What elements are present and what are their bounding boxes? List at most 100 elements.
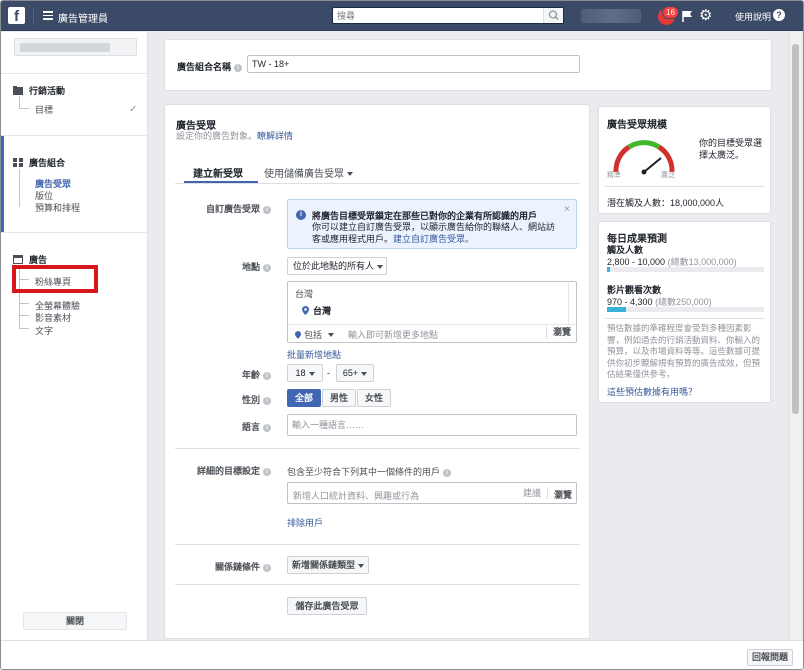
- close-icon[interactable]: ×: [564, 204, 570, 215]
- learn-more-link[interactable]: 瞭解詳情: [257, 131, 293, 141]
- info-icon[interactable]: i: [263, 396, 271, 405]
- report-problem-button[interactable]: 回報問題: [747, 649, 793, 666]
- sidebar-item-objective[interactable]: 目標: [35, 103, 53, 116]
- sidebar-item-media[interactable]: 影音素材: [35, 311, 71, 324]
- create-custom-audience-link[interactable]: 建立自訂廣告受眾。: [393, 234, 474, 244]
- bulk-add-locations-link[interactable]: 批量新增地點: [287, 348, 341, 361]
- tree-line: [19, 108, 29, 109]
- tab-create-new[interactable]: 建立新受眾: [193, 165, 243, 180]
- account-selector[interactable]: [14, 38, 137, 56]
- help-link[interactable]: 使用說明: [735, 10, 771, 23]
- age-max-dropdown[interactable]: 65+: [336, 364, 374, 382]
- estimate-disclaimer: 預估數據的準確程度會受到多種因素影響，例如過去的行銷活動資料、你輸入的預算，以及…: [607, 323, 761, 379]
- location-scrollbar[interactable]: [568, 282, 576, 324]
- close-sidebar-button[interactable]: 關閉: [23, 612, 127, 630]
- active-section-indicator: [1, 136, 4, 232]
- gear-icon[interactable]: ⚙: [699, 8, 714, 23]
- section-divider: [175, 448, 580, 449]
- chevron-down-icon: [347, 172, 353, 177]
- tab-saved-audience[interactable]: 使用儲備廣告受眾: [264, 165, 353, 180]
- check-icon: ✓: [129, 104, 138, 115]
- tree-line: [19, 315, 29, 316]
- flag-icon[interactable]: [681, 10, 693, 22]
- adset-name-label: 廣告組合名稱 i: [177, 60, 243, 73]
- help-question-icon[interactable]: ?: [773, 9, 785, 21]
- exclude-people-link[interactable]: 排除用戶: [287, 516, 323, 529]
- sidebar-section-campaign: [1, 73, 147, 135]
- scrollbar-thumb[interactable]: [792, 44, 799, 414]
- info-icon[interactable]: i: [263, 467, 271, 476]
- location-box: 台灣 台灣 包括 輸入即可新增更多地點 瀏覽: [287, 281, 577, 343]
- add-connection-type-dropdown[interactable]: 新增關係鏈類型: [287, 556, 369, 574]
- estimates-helpful-link[interactable]: 這些預估數據有用嗎？: [607, 385, 697, 398]
- page-scrollbar[interactable]: [789, 32, 801, 640]
- sidebar: 行銷活動 目標 ✓ 廣告組合 廣告受眾 版位 預算和排程 廣告 粉絲專頁 全螢幕…: [1, 32, 148, 640]
- detailed-targeting-input[interactable]: 新增人口統計資料、興趣或行為 建議 瀏覽: [287, 482, 577, 504]
- sidebar-item-budget-schedule[interactable]: 預算和排程: [35, 201, 80, 214]
- potential-reach: 潛在觸及人數：18,000,000人: [607, 198, 725, 208]
- impressions-bar: [607, 307, 764, 312]
- chevron-down-icon: [328, 332, 335, 337]
- notification-count-badge: 16: [662, 6, 679, 19]
- audience-size-description: 你的目標受眾選擇太廣泛。: [699, 138, 763, 160]
- gauge-needle: [643, 157, 662, 173]
- age-min-dropdown[interactable]: 18: [287, 364, 323, 382]
- divider: [33, 7, 34, 25]
- gender-all-button[interactable]: 全部: [287, 389, 321, 407]
- facebook-logo-icon[interactable]: f: [8, 7, 25, 24]
- divider: [288, 324, 576, 325]
- info-icon[interactable]: i: [263, 563, 271, 572]
- gauge-right-label: 廣泛: [661, 172, 675, 179]
- app-title[interactable]: 廣告管理員: [58, 10, 108, 25]
- notice-body: 你可以建立自訂廣告受眾，以顯示廣告給你的聯絡人、網站訪客或應用程式用戶。建立自訂…: [312, 222, 556, 244]
- gender-male-button[interactable]: 男性: [322, 389, 356, 407]
- sidebar-section-adset: [1, 135, 147, 232]
- highlight-box: [12, 265, 98, 293]
- adset-name-input[interactable]: [247, 55, 580, 73]
- divider: [605, 318, 765, 319]
- audience-card: 廣告受眾 設定你的廣告對象。瞭解詳情 建立新受眾 使用儲備廣告受眾 自訂廣告受眾…: [164, 104, 590, 639]
- browse-targeting-button[interactable]: 瀏覽: [554, 488, 572, 501]
- language-input[interactable]: 輸入一種語言……: [287, 414, 577, 436]
- info-icon[interactable]: i: [443, 468, 452, 477]
- gauge-left-label: 精準: [607, 172, 621, 179]
- tree-line: [19, 303, 29, 304]
- info-icon[interactable]: i: [263, 371, 271, 380]
- account-name-blurred[interactable]: [581, 9, 641, 23]
- sidebar-campaign-title: 行銷活動: [29, 86, 66, 96]
- chevron-down-icon: [361, 371, 368, 376]
- search-box: [332, 7, 564, 24]
- info-icon[interactable]: i: [263, 423, 271, 432]
- hamburger-menu-icon[interactable]: [43, 11, 53, 20]
- grid-icon: [13, 158, 23, 167]
- sidebar-section-ad: [1, 232, 147, 640]
- adset-name-card: 廣告組合名稱 i: [164, 39, 772, 91]
- age-label: 年齡 i: [167, 368, 271, 381]
- browse-locations-button[interactable]: 瀏覽: [546, 326, 571, 339]
- gender-female-button[interactable]: 女性: [357, 389, 391, 407]
- info-icon[interactable]: i: [234, 63, 243, 72]
- selected-location[interactable]: 台灣: [302, 304, 331, 317]
- suggestions-button[interactable]: 建議: [523, 487, 549, 499]
- info-icon[interactable]: i: [263, 263, 271, 272]
- sidebar-item-text[interactable]: 文字: [35, 324, 53, 337]
- impressions-bar-fill: [607, 307, 626, 312]
- language-label: 語言 i: [167, 420, 271, 433]
- ad-square-icon: [13, 255, 23, 264]
- search-button[interactable]: [543, 8, 563, 23]
- location-search-input[interactable]: 輸入即可新增更多地點: [348, 328, 438, 341]
- sidebar-adset-heading[interactable]: 廣告組合: [13, 156, 65, 169]
- detailed-targeting-label: 詳細的目標設定 i: [167, 464, 271, 477]
- audience-subtitle: 設定你的廣告對象。瞭解詳情: [176, 131, 294, 141]
- chevron-down-icon: [308, 371, 315, 376]
- search-input[interactable]: [337, 9, 542, 22]
- folder-icon: [13, 86, 23, 95]
- top-navigation-bar: f 廣告管理員 16 ⚙ 使用說明 ?: [1, 1, 803, 31]
- sidebar-campaign-heading[interactable]: 行銷活動: [13, 84, 65, 97]
- connections-label: 關係鏈條件 i: [167, 560, 271, 573]
- reach-bar-fill: [607, 267, 611, 272]
- include-dropdown[interactable]: 包括: [295, 328, 335, 341]
- info-icon[interactable]: i: [263, 205, 271, 214]
- save-audience-button[interactable]: 儲存此廣告受眾: [287, 597, 367, 615]
- location-type-dropdown[interactable]: 位於此地點的所有人: [287, 257, 387, 275]
